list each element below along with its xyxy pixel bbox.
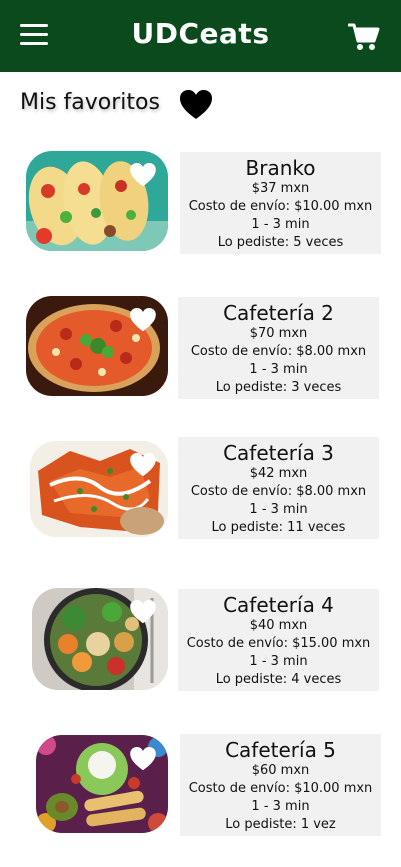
delivery-time: 1 - 3 min (249, 362, 308, 377)
order-count: Lo pediste: 11 veces (211, 520, 346, 535)
restaurant-image[interactable] (36, 735, 168, 833)
restaurant-image[interactable] (30, 441, 168, 537)
restaurant-name: Cafetería 2 (223, 301, 334, 325)
shipping-cost: Costo de envío: $15.00 mxn (186, 636, 371, 651)
restaurant-price: $42 mxn (249, 466, 308, 481)
restaurant-info[interactable]: Cafetería 2 $70 mxn Costo de envío: $8.0… (178, 297, 379, 399)
delivery-time: 1 - 3 min (249, 502, 308, 517)
restaurant-name: Cafetería 5 (225, 738, 336, 762)
favorite-heart-icon[interactable] (130, 453, 156, 477)
restaurant-name: Cafetería 3 (223, 441, 334, 465)
heart-icon (180, 90, 212, 119)
order-count: Lo pediste: 3 veces (215, 380, 342, 395)
restaurant-price: $40 mxn (249, 618, 308, 633)
shipping-cost: Costo de envío: $10.00 mxn (188, 781, 373, 796)
restaurant-image[interactable] (26, 151, 168, 251)
restaurant-name: Cafetería 4 (223, 593, 334, 617)
restaurant-price: $60 mxn (251, 763, 310, 778)
shopping-cart-icon[interactable] (348, 22, 380, 52)
order-count: Lo pediste: 1 vez (225, 817, 336, 832)
delivery-time: 1 - 3 min (251, 217, 310, 232)
top-app-bar: UDCeats (0, 0, 401, 72)
restaurant-price: $37 mxn (251, 181, 310, 196)
favorite-heart-icon[interactable] (130, 747, 156, 771)
restaurant-info[interactable]: Cafetería 4 $40 mxn Costo de envío: $15.… (178, 589, 379, 691)
shipping-cost: Costo de envío: $8.00 mxn (190, 484, 367, 499)
app-title: UDCeats (131, 17, 270, 50)
order-count: Lo pediste: 4 veces (215, 672, 342, 687)
shipping-cost: Costo de envío: $10.00 mxn (188, 199, 373, 214)
order-count: Lo pediste: 5 veces (217, 235, 344, 250)
restaurant-price: $70 mxn (249, 326, 308, 341)
restaurant-info[interactable]: Cafetería 3 $42 mxn Costo de envío: $8.0… (178, 437, 379, 539)
favorite-heart-icon[interactable] (130, 600, 156, 624)
favorite-heart-icon[interactable] (130, 308, 156, 332)
restaurant-image[interactable] (26, 296, 168, 396)
restaurant-name: Branko (245, 156, 316, 180)
favorites-title: Mis favoritos (20, 90, 160, 115)
favorite-heart-icon[interactable] (130, 163, 156, 187)
restaurant-info[interactable]: Branko $37 mxn Costo de envío: $10.00 mx… (180, 152, 381, 254)
delivery-time: 1 - 3 min (249, 654, 308, 669)
delivery-time: 1 - 3 min (251, 799, 310, 814)
restaurant-info[interactable]: Cafetería 5 $60 mxn Costo de envío: $10.… (180, 734, 381, 836)
restaurant-image[interactable] (32, 588, 168, 690)
shipping-cost: Costo de envío: $8.00 mxn (190, 344, 367, 359)
